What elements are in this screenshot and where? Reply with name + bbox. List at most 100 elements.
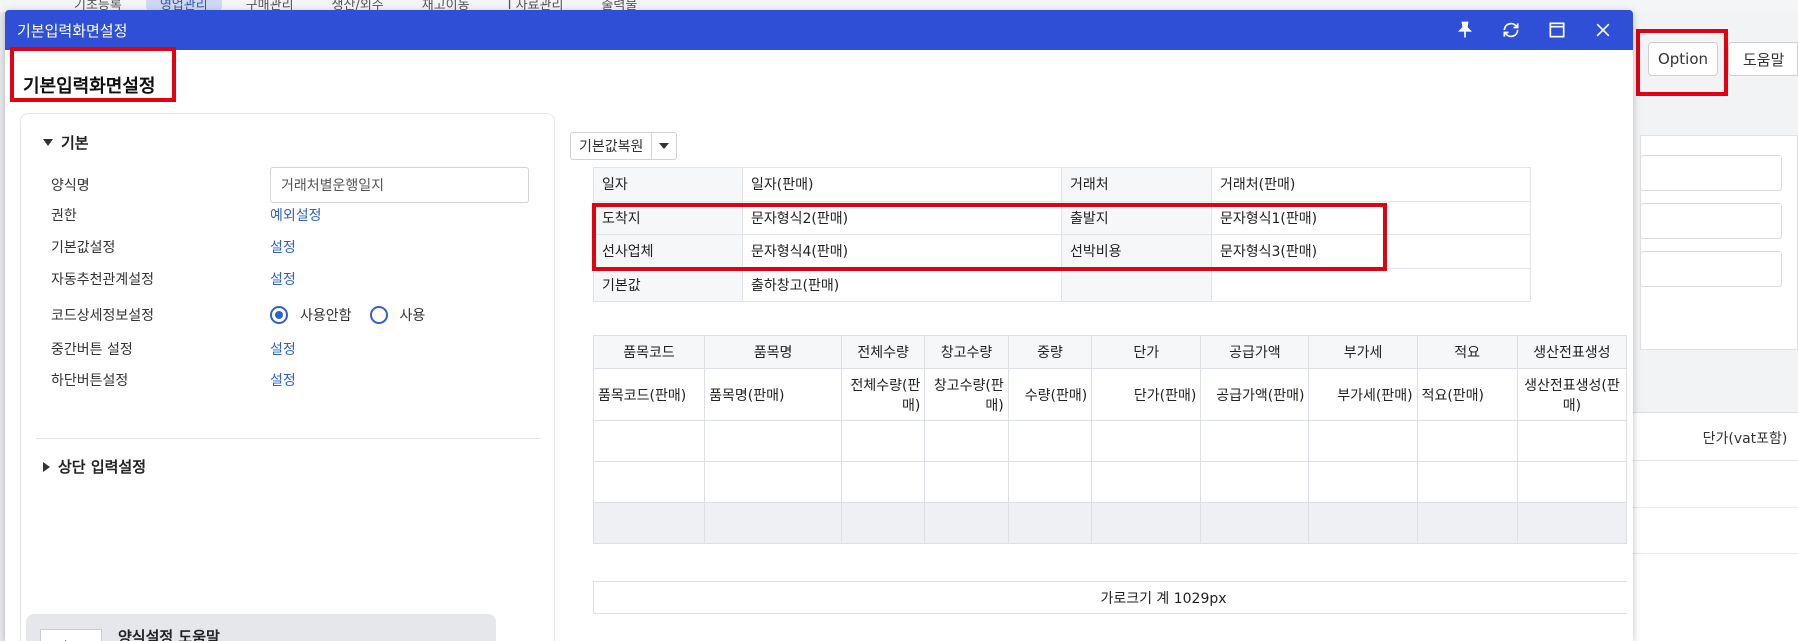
grid-cell[interactable] <box>1516 461 1627 503</box>
caret-right-icon <box>43 461 50 472</box>
background-input[interactable] <box>1640 203 1782 239</box>
field-value[interactable] <box>1211 267 1531 302</box>
grid-cell[interactable] <box>1200 461 1310 503</box>
background-input[interactable] <box>1640 251 1782 287</box>
grid-cell[interactable] <box>840 420 926 462</box>
grid-header[interactable]: 생산전표생성 <box>1516 335 1627 369</box>
grid-cell[interactable] <box>1007 420 1093 462</box>
grid-header[interactable]: 창고수량 <box>924 335 1009 369</box>
radio-use[interactable] <box>369 306 388 324</box>
width-total-bar: 가로크기 계 1029px <box>593 581 1627 614</box>
grid-header[interactable]: 품목명 <box>704 335 842 369</box>
default-value-link[interactable]: 설정 <box>270 237 296 257</box>
help-button[interactable]: 도움말 <box>1728 42 1798 76</box>
field-label[interactable] <box>1061 267 1212 302</box>
grid-cell[interactable]: 생산전표생성(판매) <box>1516 368 1627 421</box>
field-value[interactable]: 출하창고(판매) <box>742 267 1062 302</box>
auto-recommend-row: 자동추천관계설정 설정 <box>51 264 541 294</box>
field-value[interactable]: 일자(판매) <box>742 167 1062 202</box>
grid-cell <box>1200 502 1310 544</box>
grid-cell[interactable] <box>1308 461 1418 503</box>
item-grid-viewport: 품목코드 품목명 전체수량 창고수량 중량 단가 공급가액 부가세 적요 생산전… <box>593 335 1627 555</box>
pin-icon[interactable] <box>1445 10 1485 50</box>
grid-cell[interactable] <box>1200 420 1310 462</box>
modal-title: 기본입력화면설정 <box>17 21 128 40</box>
grid-cell[interactable] <box>1007 461 1093 503</box>
section-top-input-label: 상단 입력설정 <box>58 458 147 476</box>
reset-default-label[interactable]: 기본값복원 <box>571 133 653 159</box>
auto-recommend-link[interactable]: 설정 <box>270 269 296 289</box>
maximize-icon[interactable] <box>1537 10 1577 50</box>
permission-row: 권한 예외설정 <box>51 200 541 230</box>
grid-header[interactable]: 품목코드 <box>593 335 706 369</box>
grid-header[interactable]: 단가 <box>1091 335 1202 369</box>
radio-use-label[interactable]: 사용 <box>400 305 426 325</box>
grid-cell[interactable] <box>1416 461 1518 503</box>
grid-cell[interactable]: 창고수량(판매) <box>924 368 1009 421</box>
grid-header[interactable]: 중량 <box>1007 335 1093 369</box>
radio-not-use-label[interactable]: 사용안함 <box>300 305 352 325</box>
grid-cell[interactable] <box>1091 461 1202 503</box>
grid-cell[interactable] <box>593 461 706 503</box>
grid-cell[interactable] <box>1516 420 1627 462</box>
grid-cell[interactable]: 품목코드(판매) <box>593 368 706 421</box>
grid-cell[interactable] <box>924 461 1009 503</box>
grid-empty-row <box>593 420 1627 462</box>
grid-cell[interactable] <box>924 420 1009 462</box>
close-icon[interactable] <box>1583 10 1623 50</box>
table-row: 일자 일자(판매) 거래처 거래처(판매) <box>593 167 1531 202</box>
grid-cell <box>1416 502 1518 544</box>
section-top-input-toggle[interactable]: 상단 입력설정 <box>43 456 146 477</box>
radio-not-use[interactable] <box>270 306 288 324</box>
grid-cell[interactable]: 전체수량(판매) <box>840 368 926 421</box>
caret-down-icon <box>43 139 53 146</box>
grid-cell[interactable]: 적요(판매) <box>1416 368 1518 421</box>
modal-titlebar[interactable]: 기본입력화면설정 <box>5 10 1633 50</box>
form-name-input[interactable]: 거래처별운행일지 <box>270 167 529 203</box>
field-label[interactable]: 거래처 <box>1061 167 1212 202</box>
grid-cell <box>593 502 706 544</box>
background-input[interactable] <box>1640 155 1782 191</box>
grid-cell[interactable] <box>1091 420 1202 462</box>
grid-cell[interactable] <box>840 461 926 503</box>
grid-header[interactable]: 공급가액 <box>1200 335 1310 369</box>
grid-header[interactable]: 전체수량 <box>840 335 926 369</box>
dropdown-arrow-icon[interactable] <box>652 133 676 159</box>
refresh-icon[interactable] <box>1491 10 1531 50</box>
grid-cell[interactable]: 부가세(판매) <box>1308 368 1418 421</box>
grid-cell[interactable] <box>593 420 706 462</box>
form-help-card[interactable]: 양식설정 도움말 <box>26 614 496 641</box>
grid-cell[interactable] <box>1308 420 1418 462</box>
reset-default-button[interactable]: 기본값복원 <box>570 132 678 160</box>
grid-cell[interactable]: 품목명(판매) <box>704 368 842 421</box>
grid-header[interactable]: 부가세 <box>1308 335 1418 369</box>
grid-cell[interactable]: 수량(판매) <box>1007 368 1093 421</box>
grid-cell <box>924 502 1009 544</box>
bottom-button-link[interactable]: 설정 <box>270 370 296 390</box>
field-label[interactable]: 일자 <box>593 167 743 202</box>
grid-cell[interactable]: 공급가액(판매) <box>1200 368 1310 421</box>
bottom-button-label: 하단버튼설정 <box>51 373 129 389</box>
grid-cell[interactable] <box>704 461 842 503</box>
grid-total-row <box>593 502 1627 544</box>
field-label[interactable]: 기본값 <box>593 267 743 302</box>
section-basic-toggle[interactable]: 기본 <box>43 132 89 153</box>
grid-cell[interactable]: 단가(판매) <box>1091 368 1202 421</box>
permission-label: 권한 <box>51 208 77 224</box>
permission-exception-link[interactable]: 예외설정 <box>270 205 322 225</box>
middle-button-label: 중간버튼 설정 <box>51 342 133 358</box>
grid-cell <box>1007 502 1093 544</box>
grid-cell <box>1091 502 1202 544</box>
field-value[interactable]: 거래처(판매) <box>1211 167 1531 202</box>
section-divider <box>36 438 541 439</box>
grid-cell[interactable] <box>704 420 842 462</box>
form-help-title: 양식설정 도움말 <box>118 628 220 641</box>
grid-cell <box>1516 502 1627 544</box>
grid-cell[interactable] <box>1416 420 1518 462</box>
grid-header[interactable]: 적요 <box>1416 335 1518 369</box>
middle-button-link[interactable]: 설정 <box>270 339 296 359</box>
code-detail-label: 코드상세정보설정 <box>51 308 155 324</box>
background-table-header: 단가(vat포함) <box>1632 415 1798 461</box>
video-thumbnail-icon[interactable] <box>40 628 102 641</box>
highlight-title-box <box>10 47 176 102</box>
